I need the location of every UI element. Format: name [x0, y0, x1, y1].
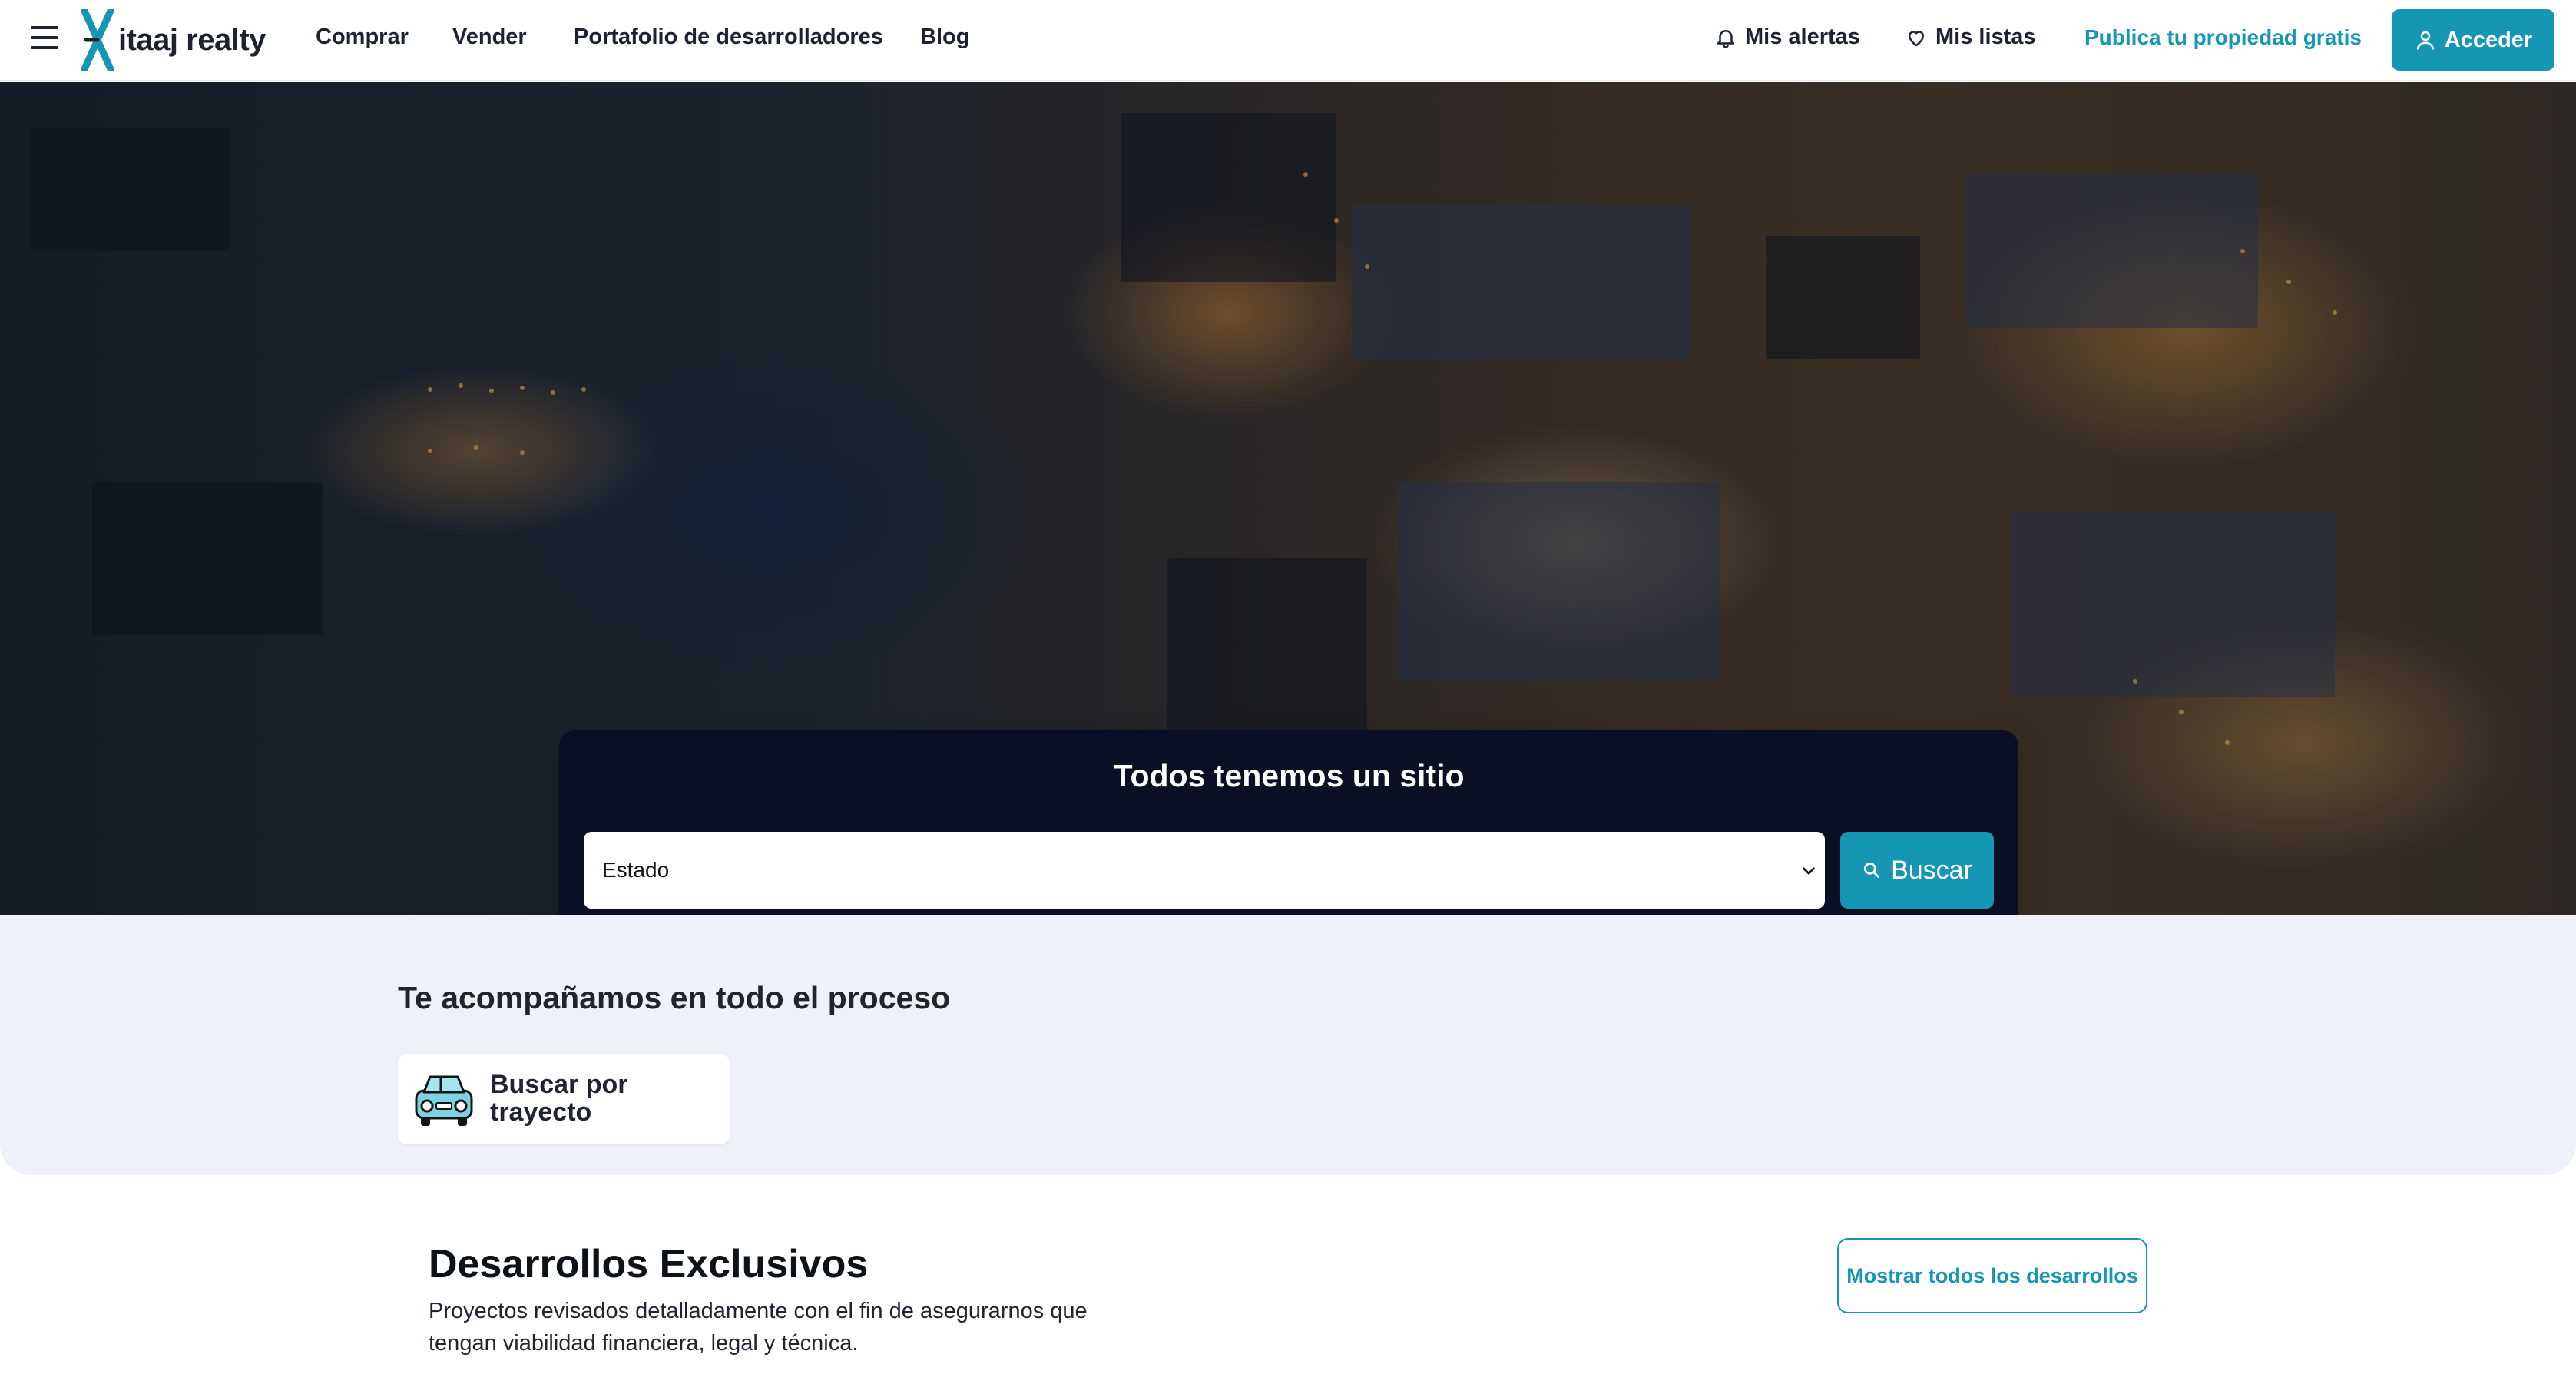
search-by-route-card[interactable]: Buscar por trayecto: [398, 1054, 730, 1144]
nav-comprar[interactable]: Comprar: [316, 25, 409, 50]
brand-logo[interactable]: itaaj realty: [80, 9, 266, 71]
heart-icon: [1909, 30, 1924, 46]
brand-name: itaaj realty: [118, 22, 266, 57]
search-title: Todos tenemos un sitio: [1113, 758, 1465, 793]
search-panel: Todos tenemos un sitio Estado Buscar: [559, 730, 2018, 945]
car-icon: [415, 1075, 473, 1126]
my-lists-label: Mis listas: [1935, 25, 2036, 49]
search-by-route-label: Buscar por trayecto: [490, 1070, 628, 1127]
nav-vender[interactable]: Vender: [452, 25, 527, 50]
process-title: Te acompañamos en todo el proceso: [398, 980, 951, 1015]
user-icon: [2416, 31, 2435, 50]
my-lists-link[interactable]: Mis listas: [1905, 25, 2036, 50]
nav-blog[interactable]: Blog: [920, 25, 969, 50]
state-select[interactable]: Estado: [584, 832, 1825, 909]
developments-title: Desarrollos Exclusivos: [429, 1242, 869, 1286]
publish-property-link[interactable]: Publica tu propiedad gratis: [2084, 25, 2362, 50]
show-all-developments-button[interactable]: Mostrar todos los desarrollos: [1837, 1238, 2147, 1313]
search-button-label: Buscar: [1891, 855, 1972, 885]
developments-description: Proyectos revisados detalladamente con e…: [429, 1299, 1088, 1356]
search-button[interactable]: Buscar: [1840, 832, 1994, 909]
itaaj-x-logo-icon: [81, 9, 114, 71]
my-alerts-link[interactable]: Mis alertas: [1714, 25, 1860, 50]
login-button[interactable]: Acceder: [2392, 9, 2554, 71]
my-alerts-label: Mis alertas: [1745, 25, 1860, 49]
chevron-down-icon: [1803, 867, 1815, 875]
bell-icon: [1717, 29, 1735, 48]
login-label: Acceder: [2444, 27, 2533, 52]
search-icon: [1864, 862, 1880, 879]
nav-portafolio-desarrolladores[interactable]: Portafolio de desarrolladores: [574, 25, 883, 50]
top-navbar: itaaj realty Comprar Vender Portafolio d…: [0, 0, 2576, 81]
process-section: Te acompañamos en todo el proceso Buscar…: [0, 915, 2576, 1175]
state-select-value: Estado: [602, 858, 670, 882]
menu-icon[interactable]: [31, 26, 58, 49]
